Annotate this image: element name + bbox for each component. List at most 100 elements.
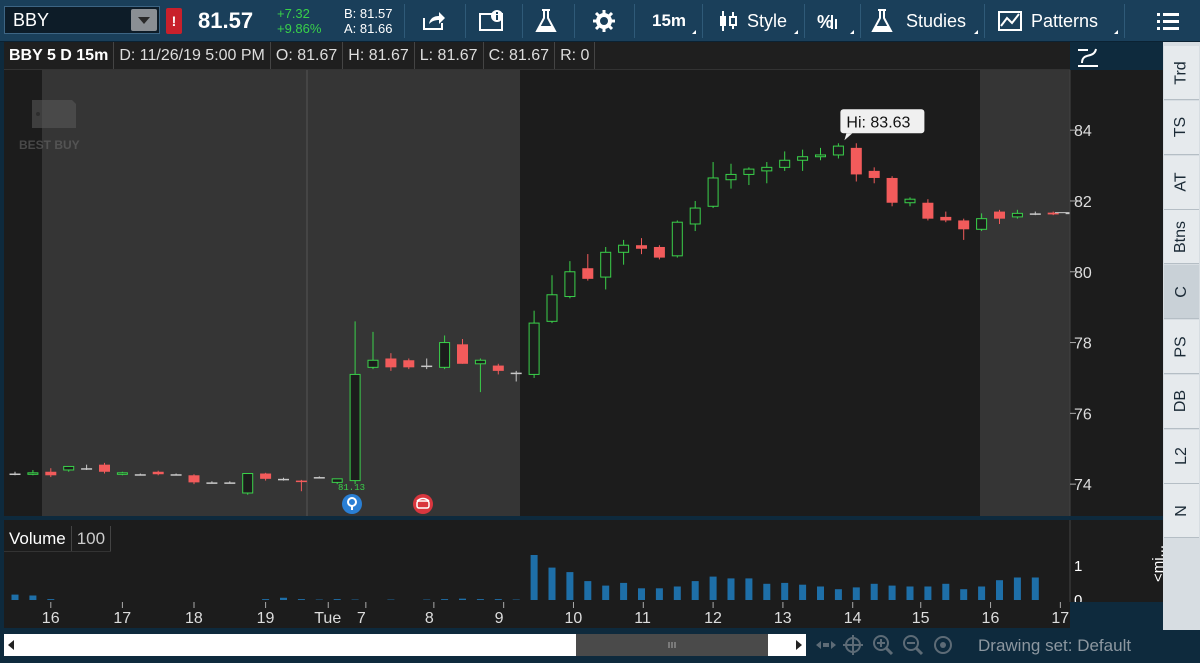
sidebar-tab-label: TS	[1172, 117, 1190, 138]
timeframe-selector[interactable]: 15m	[652, 11, 686, 31]
volume-bar	[655, 588, 663, 600]
drawing-tool-icon[interactable]	[932, 634, 954, 656]
sidebar-tab-db[interactable]: DB	[1164, 374, 1199, 429]
zoom-in-icon[interactable]	[872, 634, 894, 656]
studies-menu[interactable]: Studies	[906, 11, 966, 32]
svg-text:%: %	[817, 12, 833, 32]
volume-bar	[476, 599, 484, 600]
sidebar-tab-label: C	[1172, 285, 1190, 298]
candle-body	[170, 474, 182, 476]
sidebar-tab-label: AT	[1172, 172, 1190, 192]
sidebar-tab-l2[interactable]: L2	[1164, 429, 1199, 484]
x-tick-label: 16	[42, 610, 60, 627]
candle-body	[116, 472, 128, 475]
sidebar-tab-at[interactable]: AT	[1164, 155, 1199, 210]
symbol-input[interactable]: BBY	[5, 10, 131, 31]
scroll-left-arrow-icon[interactable]	[4, 634, 18, 656]
scroll-right-arrow-icon[interactable]	[792, 634, 806, 656]
sidebar-tab-trd[interactable]: Trd	[1164, 46, 1199, 100]
volume-value: 100	[72, 526, 112, 551]
zoom-fit-icon[interactable]	[814, 634, 836, 656]
company-info-icon[interactable]	[476, 6, 508, 36]
x-tick-label: 11	[634, 610, 651, 627]
volume-bar	[673, 586, 681, 600]
sidebar-tab-label: Trd	[1172, 60, 1190, 85]
candle-style-icon[interactable]	[712, 6, 744, 36]
net-change-value: +7.32	[277, 6, 310, 21]
candle-body	[295, 480, 307, 483]
volume-bar	[888, 585, 896, 600]
candle-body	[421, 365, 433, 368]
volume-bar	[834, 589, 842, 600]
sidebar-tab-label: N	[1172, 505, 1190, 517]
x-tick-label: 16	[982, 610, 1000, 627]
studies-flask-icon[interactable]	[866, 6, 898, 36]
patterns-icon[interactable]	[994, 6, 1026, 36]
candle-body	[689, 207, 701, 225]
volume-bar	[47, 599, 55, 600]
flask-icon[interactable]	[530, 6, 562, 36]
volume-bar	[745, 578, 753, 600]
scroll-thumb[interactable]	[576, 634, 768, 656]
candle-body	[242, 473, 254, 494]
sidebar-tab-n[interactable]: N	[1164, 484, 1199, 539]
sidebar-tab-ps[interactable]: PS	[1164, 320, 1199, 374]
sidebar-tab-c[interactable]: C	[1164, 265, 1199, 320]
volume-bar	[1013, 577, 1021, 600]
volume-bar	[709, 576, 717, 600]
candle-body	[743, 168, 755, 175]
chevron-down-icon[interactable]	[131, 9, 157, 31]
candle-body	[403, 360, 415, 368]
volume-bar	[763, 583, 771, 600]
chart-title: BBY 5 D 15m	[4, 42, 115, 69]
volume-bar	[280, 597, 287, 600]
candle-body	[99, 464, 110, 472]
crosshair-icon[interactable]	[842, 634, 864, 656]
candle-body	[260, 473, 272, 479]
volume-bar	[548, 567, 556, 600]
candle-body	[9, 473, 21, 476]
style-menu[interactable]: Style	[747, 11, 787, 32]
drawing-set-selector[interactable]: Drawing set: Default	[978, 636, 1131, 656]
symbol-selector[interactable]: BBY	[4, 6, 160, 34]
volume-bar	[870, 583, 878, 600]
candle	[242, 473, 254, 495]
x-tick-label: 17	[1051, 610, 1069, 627]
price-scale-icon[interactable]	[1074, 44, 1104, 72]
caret-icon	[1110, 30, 1118, 34]
candle-body	[45, 471, 57, 476]
zoom-out-icon[interactable]	[902, 634, 924, 656]
volume-scale-bottom: 0	[1074, 592, 1083, 602]
volume-bar	[620, 582, 628, 600]
sidebar-tab-label: DB	[1172, 390, 1190, 413]
candle-body	[492, 365, 504, 371]
candle-body	[832, 145, 844, 156]
candle-body	[27, 472, 39, 475]
candle-body	[278, 478, 289, 481]
price-chart[interactable]: BEST BUY 81.67Hi: 83.6381.13 74767880828…	[0, 70, 1163, 630]
horizontal-scrollbar[interactable]	[4, 634, 806, 656]
low-label: 81.13	[338, 483, 365, 493]
sidebar-tab-ts[interactable]: TS	[1164, 100, 1199, 155]
patterns-menu[interactable]: Patterns	[1031, 11, 1098, 32]
candle-body	[779, 159, 791, 168]
sidebar-tab-btns[interactable]: Btns	[1164, 210, 1199, 265]
x-tick-label: 18	[185, 610, 203, 627]
volume-bar	[441, 599, 449, 600]
gear-icon[interactable]	[588, 6, 620, 36]
alert-badge[interactable]: !	[166, 8, 182, 34]
volume-bar	[817, 586, 824, 600]
percent-change-value: +9.86%	[277, 21, 322, 36]
candle-body	[439, 342, 451, 368]
net-change: +7.32 +9.86%	[277, 6, 321, 36]
candle-body	[904, 198, 916, 204]
bar-open: O: 81.67	[271, 42, 344, 69]
volume-bar	[459, 598, 466, 600]
share-icon[interactable]	[418, 6, 450, 36]
menu-list-icon[interactable]	[1152, 6, 1184, 36]
y-tick-label: 82	[1074, 194, 1092, 211]
y-tick-label: 74	[1074, 477, 1092, 494]
ask-value: A: 81.66	[344, 21, 393, 36]
percent-icon[interactable]: %	[812, 6, 844, 36]
caret-icon	[846, 30, 854, 34]
